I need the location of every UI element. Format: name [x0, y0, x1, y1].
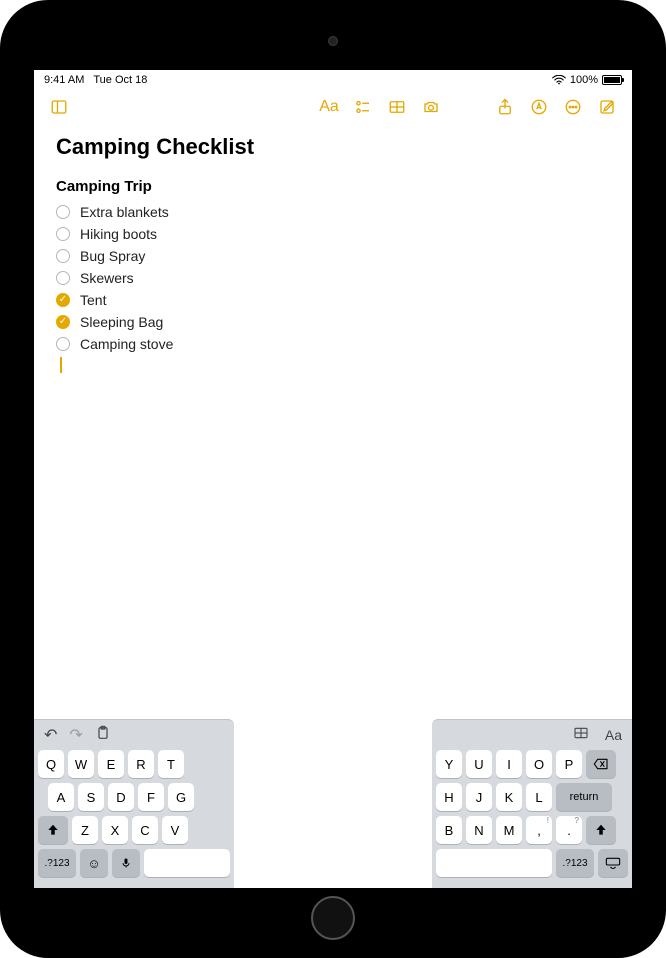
key-punct[interactable]: .?	[556, 816, 582, 844]
key-i[interactable]: I	[496, 750, 522, 778]
status-date: Tue Oct 18	[93, 74, 147, 86]
key-punct[interactable]: ,!	[526, 816, 552, 844]
screen: 9:41 AM Tue Oct 18 100% Aa	[34, 70, 632, 888]
checklist-item-label[interactable]: Camping stove	[80, 336, 173, 352]
key-e[interactable]: E	[98, 750, 124, 778]
note-title[interactable]: Camping Checklist	[56, 134, 610, 160]
key-j[interactable]: J	[466, 783, 492, 811]
key-k[interactable]: K	[496, 783, 522, 811]
key-o[interactable]: O	[526, 750, 552, 778]
key-z[interactable]: Z	[72, 816, 98, 844]
clipboard-icon[interactable]	[95, 725, 111, 746]
key-a[interactable]: A	[48, 783, 74, 811]
checklist-item[interactable]: Bug Spray	[56, 245, 610, 267]
status-time: 9:41 AM	[44, 74, 84, 86]
wifi-icon	[552, 75, 566, 85]
space-key-right[interactable]	[436, 849, 552, 877]
markup-button[interactable]	[526, 94, 552, 120]
key-q[interactable]: Q	[38, 750, 64, 778]
emoji-key[interactable]: ☺	[80, 849, 108, 877]
space-key[interactable]	[144, 849, 230, 877]
checkbox-unchecked-icon[interactable]	[56, 249, 70, 263]
note-heading[interactable]: Camping Trip	[56, 178, 610, 195]
battery-icon	[602, 75, 622, 85]
key-b[interactable]: B	[436, 816, 462, 844]
table-button[interactable]	[384, 94, 410, 120]
key-x[interactable]: X	[102, 816, 128, 844]
key-u[interactable]: U	[466, 750, 492, 778]
checklist-item-label[interactable]: Skewers	[80, 270, 134, 286]
checkbox-unchecked-icon[interactable]	[56, 227, 70, 241]
key-t[interactable]: T	[158, 750, 184, 778]
key-h[interactable]: H	[436, 783, 462, 811]
compose-button[interactable]	[594, 94, 620, 120]
key-d[interactable]: D	[108, 783, 134, 811]
key-v[interactable]: V	[162, 816, 188, 844]
note-body[interactable]: Camping Checklist Camping Trip Extra bla…	[34, 124, 632, 383]
checkbox-unchecked-icon[interactable]	[56, 205, 70, 219]
checklist-item[interactable]: Hiking boots	[56, 223, 610, 245]
sidebar-toggle-icon[interactable]	[46, 94, 72, 120]
checklist-item[interactable]: Skewers	[56, 267, 610, 289]
key-y[interactable]: Y	[436, 750, 462, 778]
undo-icon[interactable]: ↶	[44, 725, 57, 745]
checklist-item-label[interactable]: Bug Spray	[80, 248, 145, 264]
more-button[interactable]	[560, 94, 586, 120]
key-p[interactable]: P	[556, 750, 582, 778]
dismiss-keyboard-key[interactable]	[598, 849, 628, 877]
key-g[interactable]: G	[168, 783, 194, 811]
checklist-item[interactable]: Sleeping Bag	[56, 311, 610, 333]
key-f[interactable]: F	[138, 783, 164, 811]
redo-icon[interactable]: ↷	[69, 725, 82, 745]
ipad-device-frame: 9:41 AM Tue Oct 18 100% Aa	[0, 0, 666, 958]
checklist-button[interactable]	[350, 94, 376, 120]
battery-percent: 100%	[570, 74, 598, 86]
format-aa-button[interactable]: Aa	[316, 94, 342, 120]
checklist-item[interactable]: Camping stove	[56, 333, 610, 355]
backspace-key[interactable]	[586, 750, 616, 778]
checklist[interactable]: Extra blankets Hiking boots Bug Spray Skewe…	[56, 201, 610, 355]
key-c[interactable]: C	[132, 816, 158, 844]
checkbox-checked-icon[interactable]	[56, 293, 70, 307]
key-m[interactable]: M	[496, 816, 522, 844]
status-left: 9:41 AM Tue Oct 18	[44, 74, 147, 86]
home-button[interactable]	[311, 896, 355, 940]
camera-button[interactable]	[418, 94, 444, 120]
checkbox-unchecked-icon[interactable]	[56, 271, 70, 285]
checklist-item-label[interactable]: Extra blankets	[80, 204, 169, 220]
shift-key-right[interactable]	[586, 816, 616, 844]
front-camera	[328, 36, 338, 46]
note-toolbar: Aa	[34, 90, 632, 124]
table-shortcut-icon[interactable]	[573, 725, 589, 746]
key-n[interactable]: N	[466, 816, 492, 844]
key-r[interactable]: R	[128, 750, 154, 778]
text-cursor	[60, 357, 62, 373]
numeric-mode-key[interactable]: .?123	[38, 849, 76, 877]
shift-key[interactable]	[38, 816, 68, 844]
checkbox-unchecked-icon[interactable]	[56, 337, 70, 351]
checkbox-checked-icon[interactable]	[56, 315, 70, 329]
key-l[interactable]: L	[526, 783, 552, 811]
dictation-key[interactable]	[112, 849, 140, 877]
checklist-item-label[interactable]: Hiking boots	[80, 226, 157, 242]
share-button[interactable]	[492, 94, 518, 120]
key-s[interactable]: S	[78, 783, 104, 811]
return-key[interactable]: return	[556, 783, 612, 811]
checklist-item[interactable]: Extra blankets	[56, 201, 610, 223]
checklist-item-label[interactable]: Sleeping Bag	[80, 314, 163, 330]
checklist-item[interactable]: Tent	[56, 289, 610, 311]
split-keyboard-left[interactable]: ↶ ↷ QWERT ASDFG ZXCV .?123 ☺	[34, 719, 234, 888]
split-keyboard-right[interactable]: Aa YUIOP HJKL return BNM,!.? .?123	[432, 719, 632, 888]
checklist-item-label[interactable]: Tent	[80, 292, 106, 308]
format-shortcut-icon[interactable]: Aa	[605, 727, 622, 743]
key-w[interactable]: W	[68, 750, 94, 778]
status-right: 100%	[552, 74, 622, 86]
numeric-mode-key-right[interactable]: .?123	[556, 849, 594, 877]
status-bar: 9:41 AM Tue Oct 18 100%	[34, 70, 632, 90]
